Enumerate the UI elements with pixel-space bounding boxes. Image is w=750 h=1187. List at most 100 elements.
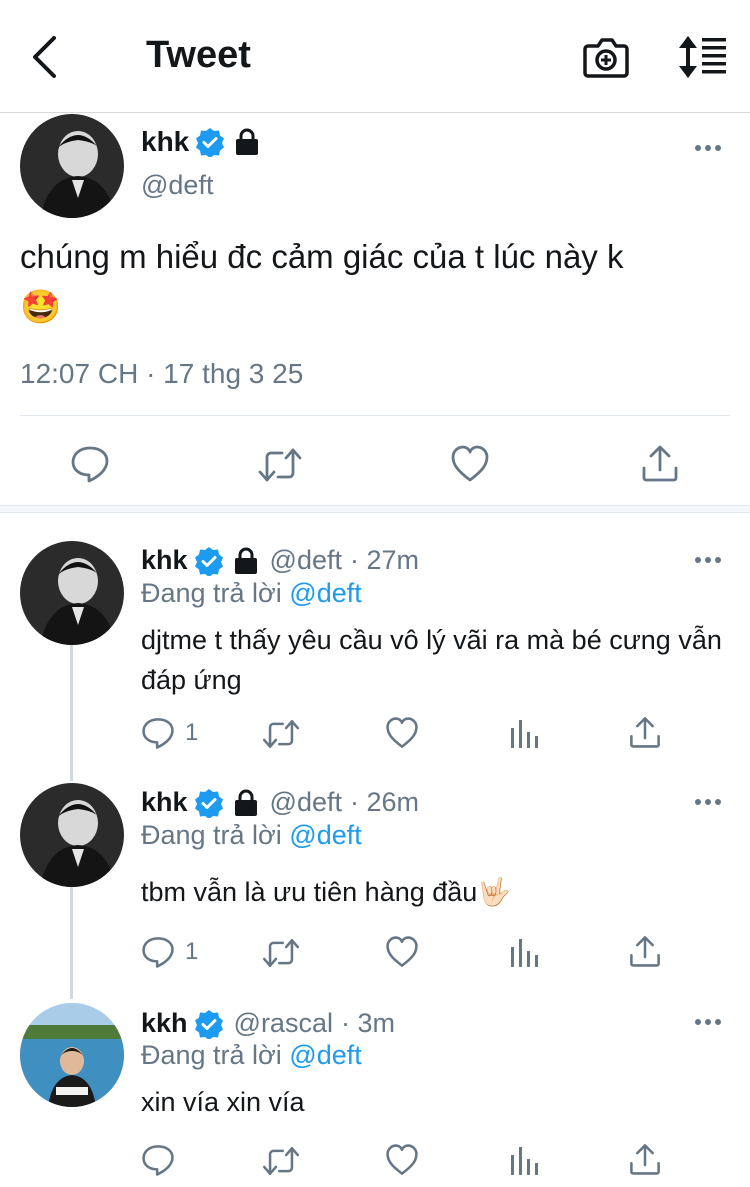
analytics-button[interactable] bbox=[508, 1143, 540, 1177]
reply-time: · 27m bbox=[349, 545, 420, 575]
reply-author-row: kkh @rascal · 3m bbox=[141, 1008, 395, 1039]
share-icon bbox=[642, 445, 678, 482]
analytics-icon bbox=[511, 1147, 538, 1175]
reply-icon bbox=[71, 446, 109, 483]
replying-to: Đang trả lời @deft bbox=[141, 820, 362, 851]
more-options-button[interactable] bbox=[690, 792, 730, 812]
share-icon bbox=[630, 1144, 660, 1175]
lock-icon bbox=[234, 547, 257, 574]
reply-count: 1 bbox=[185, 938, 199, 965]
reply-text: xin vía xin vía bbox=[141, 1087, 305, 1117]
sort-icon bbox=[679, 36, 726, 78]
retweet-button[interactable] bbox=[258, 446, 302, 484]
share-icon bbox=[630, 936, 660, 967]
like-icon bbox=[386, 936, 418, 967]
share-button[interactable] bbox=[628, 714, 662, 750]
author-handle[interactable]: @rascal bbox=[234, 1008, 333, 1039]
tweet-body: chúng m hiểu đc cảm giác của t lúc này k bbox=[20, 238, 624, 275]
author-name[interactable]: khk bbox=[141, 126, 189, 158]
like-button[interactable] bbox=[385, 716, 419, 750]
reply-time: · 26m bbox=[349, 787, 420, 817]
avatar[interactable] bbox=[20, 1003, 124, 1107]
author-handle[interactable]: @deft bbox=[141, 170, 213, 201]
reply-body: tbm vẫn là ưu tiên hàng đầu bbox=[141, 877, 478, 907]
author-name[interactable]: kkh bbox=[141, 1008, 188, 1039]
reply-icon bbox=[142, 1145, 174, 1176]
analytics-button[interactable] bbox=[508, 935, 540, 969]
retweet-button[interactable] bbox=[262, 718, 300, 750]
replying-label: Đang trả lời bbox=[141, 578, 282, 608]
replying-to-handle[interactable]: @deft bbox=[289, 578, 361, 608]
section-separator bbox=[0, 505, 750, 513]
profile-photo-icon bbox=[20, 783, 124, 887]
retweet-icon bbox=[258, 448, 302, 482]
retweet-icon bbox=[262, 720, 300, 748]
avatar[interactable] bbox=[20, 114, 124, 218]
author-handle[interactable]: @deft bbox=[270, 545, 342, 576]
back-arrow-icon bbox=[33, 36, 56, 78]
camera-icon bbox=[583, 38, 629, 78]
camera-button[interactable] bbox=[580, 32, 632, 82]
verified-icon bbox=[194, 1009, 223, 1039]
reply-button[interactable] bbox=[141, 1143, 175, 1177]
reply-text: djtme t thấy yêu cầu vô lý vãi ra mà bé … bbox=[141, 625, 722, 695]
reply-button[interactable] bbox=[70, 444, 110, 484]
analytics-icon bbox=[511, 939, 538, 967]
page-title: Tweet bbox=[146, 34, 251, 76]
profile-photo-icon bbox=[20, 541, 124, 645]
thread-line bbox=[70, 645, 73, 781]
replying-to: Đang trả lời @deft bbox=[141, 578, 362, 609]
reply-count: 1 bbox=[185, 719, 199, 746]
like-icon bbox=[386, 717, 418, 748]
like-button[interactable] bbox=[450, 444, 490, 484]
sort-button[interactable] bbox=[674, 32, 730, 82]
verified-icon bbox=[196, 128, 225, 157]
reply-icon bbox=[142, 718, 174, 749]
analytics-button[interactable] bbox=[508, 716, 540, 750]
reply-button[interactable]: 1 bbox=[141, 716, 198, 750]
like-button[interactable] bbox=[385, 935, 419, 969]
tweet-timestamp[interactable]: 12:07 CH · 17 thg 3 25 bbox=[20, 358, 303, 390]
replying-label: Đang trả lời bbox=[141, 820, 282, 850]
like-icon bbox=[386, 1144, 418, 1175]
reply-text: tbm vẫn là ưu tiên hàng đầu🤟🏻 bbox=[141, 872, 731, 912]
lock-icon bbox=[236, 128, 259, 155]
replying-to: Đang trả lời @deft bbox=[141, 1040, 362, 1071]
reply-emoji: 🤟🏻 bbox=[477, 877, 511, 907]
replying-label: Đang trả lời bbox=[141, 1040, 282, 1070]
share-button[interactable] bbox=[628, 933, 662, 969]
more-icon bbox=[695, 1019, 721, 1025]
replying-to-handle[interactable]: @deft bbox=[289, 820, 361, 850]
avatar[interactable] bbox=[20, 783, 124, 887]
verified-icon bbox=[194, 546, 223, 576]
profile-photo-icon bbox=[20, 1003, 124, 1107]
reply-icon bbox=[142, 937, 174, 968]
author-name[interactable]: khk bbox=[141, 787, 188, 818]
analytics-icon bbox=[511, 720, 538, 748]
back-button[interactable] bbox=[22, 30, 72, 84]
tweet-emoji: 🤩 bbox=[20, 288, 62, 325]
author-handle[interactable]: @deft bbox=[270, 787, 342, 818]
replying-to-handle[interactable]: @deft bbox=[289, 1040, 361, 1070]
reply-author-row: khk @deft · 27m bbox=[141, 545, 419, 576]
author-row: khk bbox=[141, 126, 261, 158]
reply-button[interactable]: 1 bbox=[141, 935, 198, 969]
retweet-icon bbox=[262, 939, 300, 967]
share-icon bbox=[630, 717, 660, 748]
share-button[interactable] bbox=[628, 1141, 662, 1177]
avatar[interactable] bbox=[20, 541, 124, 645]
tweet-text: chúng m hiểu đc cảm giác của t lúc này k… bbox=[20, 232, 730, 332]
verified-icon bbox=[194, 788, 223, 818]
profile-photo-icon bbox=[20, 114, 124, 218]
share-button[interactable] bbox=[640, 442, 680, 484]
author-name[interactable]: khk bbox=[141, 545, 188, 576]
lock-icon bbox=[234, 789, 257, 816]
retweet-button[interactable] bbox=[262, 937, 300, 969]
retweet-button[interactable] bbox=[262, 1145, 300, 1177]
more-options-button[interactable] bbox=[690, 138, 730, 158]
like-icon bbox=[451, 445, 489, 482]
more-options-button[interactable] bbox=[690, 1012, 730, 1032]
more-options-button[interactable] bbox=[690, 550, 730, 570]
reply-author-row: khk @deft · 26m bbox=[141, 787, 419, 818]
like-button[interactable] bbox=[385, 1143, 419, 1177]
